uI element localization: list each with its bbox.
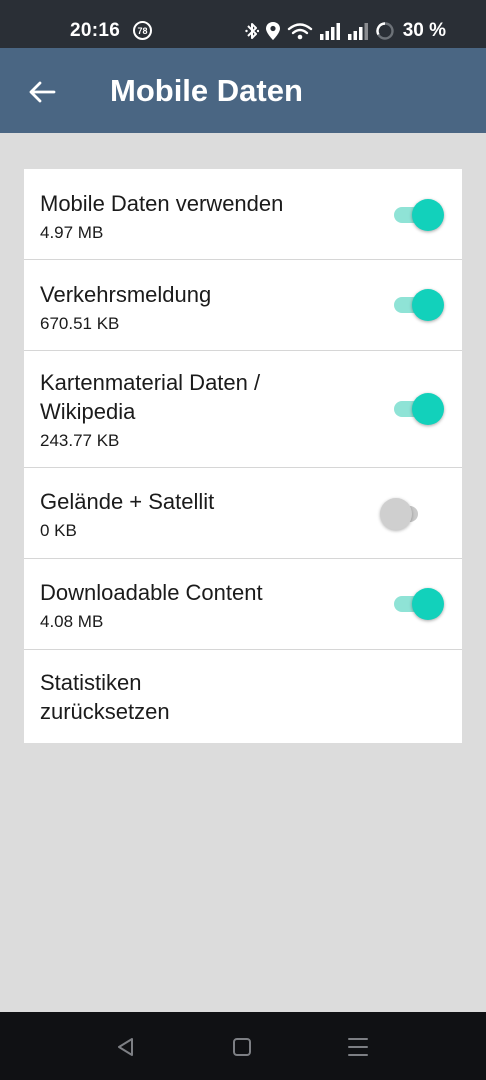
arrow-left-icon: [29, 81, 56, 103]
back-button[interactable]: [22, 72, 62, 112]
wifi-icon: [287, 23, 312, 40]
settings-card: Mobile Daten verwenden 4.97 MB Verkehrsm…: [24, 169, 462, 743]
map-wikipedia-toggle[interactable]: [388, 392, 444, 426]
setting-subtitle: 670.51 KB: [40, 314, 120, 333]
location-icon: [265, 22, 280, 40]
battery-percent: 30 %: [402, 20, 446, 41]
nav-back-button[interactable]: [113, 1034, 139, 1060]
downloadable-content-toggle[interactable]: [388, 587, 444, 621]
bluetooth-icon: [244, 23, 259, 39]
toggle-thumb: [412, 199, 444, 231]
traffic-toggle[interactable]: [388, 288, 444, 322]
home-square-icon: [233, 1038, 251, 1056]
app-bar: Mobile Daten: [0, 48, 486, 133]
toggle-thumb: [412, 289, 444, 321]
toggle-thumb: [412, 393, 444, 425]
system-navigation-bar: [0, 1012, 486, 1080]
page-title: Mobile Daten: [110, 73, 303, 108]
signal-icon: [347, 23, 368, 40]
setting-title-line-2: zurücksetzen: [40, 699, 170, 724]
status-bar: 20:16 78 30 %: [0, 0, 486, 48]
battery-ring-icon: [375, 22, 394, 40]
setting-row-traffic[interactable]: Verkehrsmeldung 670.51 KB: [24, 260, 462, 351]
setting-title: Downloadable Content: [40, 580, 263, 605]
nav-recents-button[interactable]: [345, 1034, 371, 1060]
signal-icon: [319, 23, 340, 40]
back-triangle-icon: [118, 1038, 133, 1056]
mobile-data-toggle[interactable]: [388, 198, 444, 232]
terrain-satellite-toggle[interactable]: [380, 497, 434, 531]
status-icons: 30 %: [244, 18, 446, 44]
setting-row-mobile-data[interactable]: Mobile Daten verwenden 4.97 MB: [24, 169, 462, 260]
menu-lines-icon: [348, 1038, 368, 1056]
toggle-thumb: [380, 498, 412, 530]
setting-title: Mobile Daten verwenden: [40, 191, 284, 216]
setting-title-line-2: Wikipedia: [40, 399, 136, 424]
setting-title: Gelände + Satellit: [40, 489, 215, 514]
setting-row-map-wikipedia[interactable]: Kartenmaterial Daten / Wikipedia 243.77 …: [24, 351, 462, 468]
setting-subtitle: 4.08 MB: [40, 612, 104, 631]
setting-title-line-1: Kartenmaterial Daten /: [40, 370, 261, 395]
setting-title-line-1: Statistiken: [40, 670, 142, 695]
setting-row-downloadable-content[interactable]: Downloadable Content 4.08 MB: [24, 559, 462, 650]
setting-subtitle: 4.97 MB: [40, 223, 104, 242]
setting-subtitle: 243.77 KB: [40, 431, 120, 450]
setting-title: Verkehrsmeldung: [40, 282, 212, 307]
reset-statistics-button[interactable]: Statistiken zurücksetzen: [24, 650, 462, 743]
setting-row-terrain-satellite[interactable]: Gelände + Satellit 0 KB: [24, 468, 462, 559]
toggle-thumb: [412, 588, 444, 620]
notification-count-badge: 78: [133, 21, 152, 40]
setting-subtitle: 0 KB: [40, 521, 77, 540]
nav-home-button[interactable]: [229, 1034, 255, 1060]
status-time: 20:16: [70, 20, 121, 41]
